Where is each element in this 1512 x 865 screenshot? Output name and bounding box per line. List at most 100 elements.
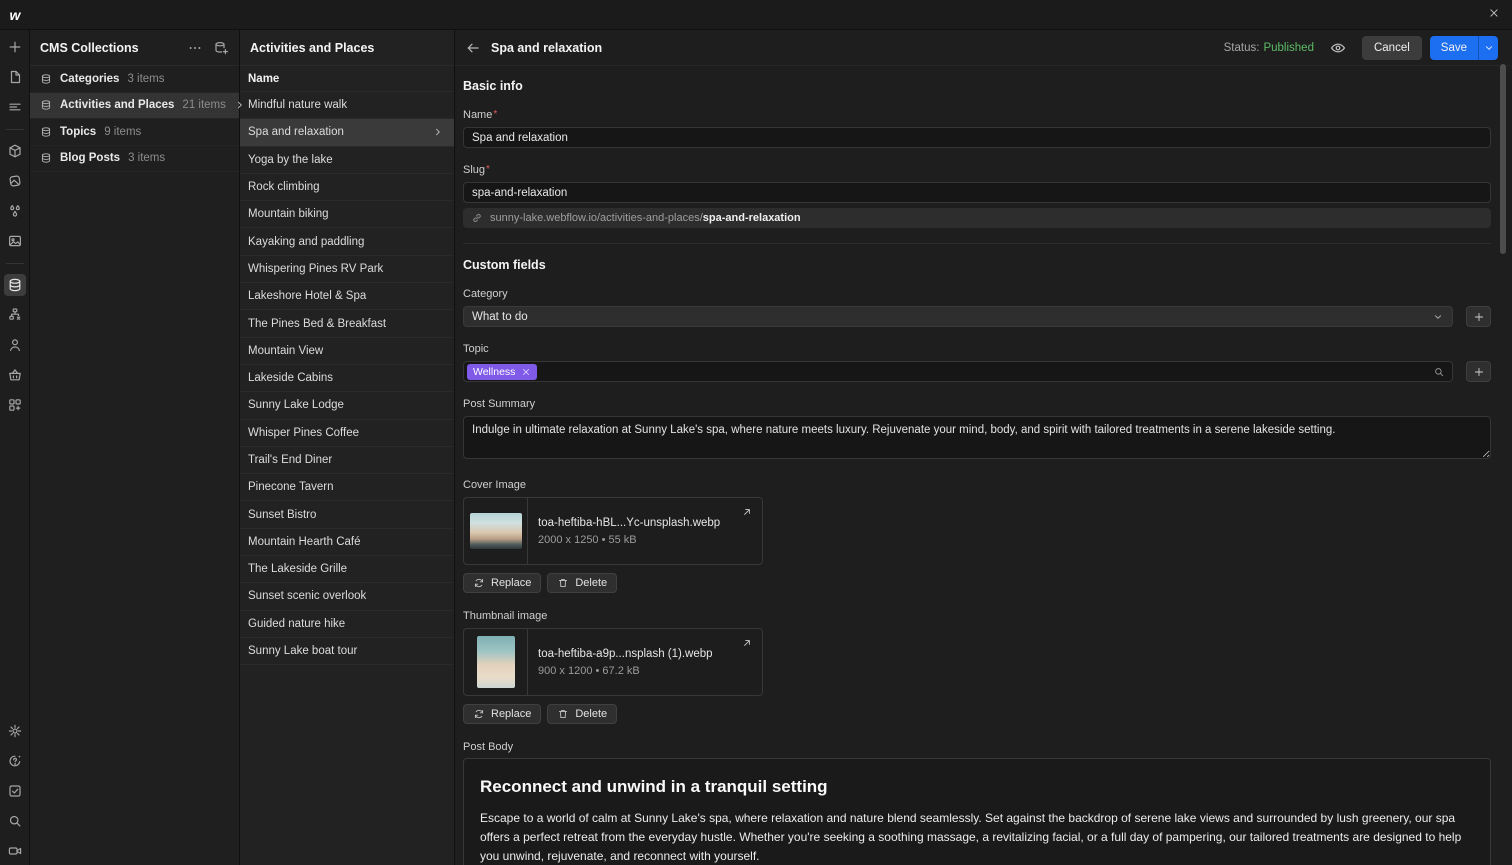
settings-icon[interactable]	[0, 716, 30, 746]
post-summary-textarea[interactable]: Indulge in ultimate relaxation at Sunny …	[463, 416, 1491, 459]
status-value: Published	[1263, 41, 1314, 54]
post-body-richtext[interactable]: Reconnect and unwind in a tranquil setti…	[463, 758, 1491, 865]
item-name: Mountain View	[248, 344, 324, 357]
save-button[interactable]: Save	[1429, 35, 1498, 60]
collection-item-row[interactable]: Whispering Pines RV Park	[240, 256, 454, 284]
add-collection-icon[interactable]	[213, 40, 229, 56]
cover-image-card[interactable]: toa-heftiba-hBL...Yc-unsplash.webp 2000 …	[463, 497, 763, 565]
collection-row[interactable]: Activities and Places 21 items	[30, 92, 239, 119]
apps-icon[interactable]	[0, 390, 30, 420]
collection-item-row[interactable]: Guided nature hike	[240, 611, 454, 638]
cover-image-thumbnail	[469, 513, 522, 549]
help-icon[interactable]	[0, 746, 30, 776]
thumbnail-delete-button[interactable]: Delete	[547, 704, 618, 724]
collection-item-row[interactable]: Yoga by the lake	[240, 147, 454, 174]
collection-item-row[interactable]: Sunny Lake boat tour	[240, 638, 454, 666]
cancel-button[interactable]: Cancel	[1361, 35, 1422, 60]
name-column-header[interactable]: Name	[240, 66, 454, 92]
preview-eye-icon[interactable]	[1330, 40, 1346, 56]
collection-item-row[interactable]: Kayaking and paddling	[240, 228, 454, 256]
item-name: Pinecone Tavern	[248, 481, 334, 494]
left-toolbar	[0, 30, 30, 865]
collection-item-row[interactable]: The Pines Bed & Breakfast	[240, 310, 454, 338]
post-body-heading: Reconnect and unwind in a tranquil setti…	[480, 777, 828, 796]
styles-icon[interactable]	[0, 196, 30, 226]
required-asterisk: *	[486, 164, 490, 175]
collection-item-row[interactable]: Sunset scenic overlook	[240, 583, 454, 611]
thumbnail-image-filename: toa-heftiba-a9p...nsplash (1).webp	[538, 647, 713, 660]
collection-item-row[interactable]: Sunset Bistro	[240, 501, 454, 529]
item-name: Sunset Bistro	[248, 508, 317, 521]
webflow-logo[interactable]: w	[0, 8, 30, 22]
cover-replace-button[interactable]: Replace	[463, 573, 542, 593]
topic-multiselect-field[interactable]: Wellness	[463, 361, 1453, 382]
slug-input[interactable]	[463, 182, 1491, 203]
logic-icon[interactable]	[0, 300, 30, 330]
save-label[interactable]: Save	[1430, 42, 1478, 54]
replace-icon	[473, 577, 485, 589]
name-label: Name*	[463, 109, 498, 121]
search-icon[interactable]	[0, 806, 30, 836]
plus-icon[interactable]	[0, 32, 30, 62]
collection-item-row[interactable]: Sunny Lake Lodge	[240, 392, 454, 420]
pages-icon[interactable]	[0, 62, 30, 92]
thumbnail-image-card[interactable]: toa-heftiba-a9p...nsplash (1).webp 900 x…	[463, 628, 763, 696]
audit-icon[interactable]	[0, 776, 30, 806]
open-asset-icon[interactable]	[741, 637, 753, 649]
collection-item-row[interactable]: The Lakeside Grille	[240, 556, 454, 584]
video-icon[interactable]	[0, 836, 30, 865]
item-name: Lakeside Cabins	[248, 372, 334, 385]
collection-item-row[interactable]: Mindful nature walk	[240, 92, 454, 120]
basic-info-heading: Basic info	[463, 79, 523, 93]
collection-item-row[interactable]: Mountain biking	[240, 201, 454, 229]
topic-tag[interactable]: Wellness	[467, 363, 538, 380]
users-icon[interactable]	[0, 330, 30, 360]
close-icon[interactable]	[1488, 7, 1500, 19]
cover-image-meta: 2000 x 1250 • 55 kB	[538, 533, 637, 546]
collection-item-row[interactable]: Spa and relaxation	[240, 119, 454, 147]
titlebar: w	[0, 0, 1512, 30]
add-category-button[interactable]	[1466, 306, 1491, 327]
item-name: Sunny Lake boat tour	[248, 645, 358, 658]
status-text: Status: Published	[1223, 41, 1314, 54]
collection-item-row[interactable]: Whisper Pines Coffee	[240, 420, 454, 447]
trash-icon	[557, 708, 569, 720]
collection-label: Categories	[60, 72, 120, 85]
collection-item-row[interactable]: Mountain Hearth Café	[240, 529, 454, 557]
collection-item-row[interactable]: Lakeshore Hotel & Spa	[240, 283, 454, 311]
collection-row[interactable]: Blog Posts 3 items	[30, 146, 239, 172]
collection-item-row[interactable]: Lakeside Cabins	[240, 365, 454, 393]
item-name: Whispering Pines RV Park	[248, 262, 384, 275]
collection-item-count: 21 items	[182, 99, 226, 112]
category-select[interactable]: What to do	[463, 306, 1453, 327]
name-input[interactable]	[463, 127, 1491, 148]
category-value: What to do	[472, 310, 528, 323]
navigator-icon[interactable]	[0, 92, 30, 122]
item-name: Yoga by the lake	[248, 153, 333, 166]
collection-label: Topics	[60, 125, 97, 138]
components-icon[interactable]	[0, 136, 30, 166]
more-options-icon[interactable]	[187, 40, 203, 56]
editor-scrollbar[interactable]	[1500, 64, 1506, 254]
cms-icon[interactable]	[0, 270, 29, 300]
collection-item-row[interactable]: Pinecone Tavern	[240, 474, 454, 502]
collection-item-row[interactable]: Trail's End Diner	[240, 447, 454, 475]
add-topic-button[interactable]	[1466, 361, 1491, 382]
collection-item-count: 9 items	[104, 125, 142, 138]
collection-item-row[interactable]: Mountain View	[240, 338, 454, 365]
thumbnail-replace-button[interactable]: Replace	[463, 704, 542, 724]
assets-icon[interactable]	[0, 226, 30, 256]
back-arrow-icon[interactable]	[465, 40, 481, 56]
remove-tag-icon[interactable]	[521, 367, 531, 377]
item-url-bar[interactable]: sunny-lake.webflow.io/activities-and-pla…	[463, 208, 1491, 228]
collection-row[interactable]: Topics 9 items	[30, 119, 239, 146]
ecommerce-icon[interactable]	[0, 360, 30, 390]
variables-icon[interactable]	[0, 166, 30, 196]
save-options-chevron-icon[interactable]	[1478, 35, 1498, 60]
collection-row[interactable]: Categories 3 items	[30, 66, 239, 93]
custom-fields-heading: Custom fields	[463, 258, 546, 272]
collection-item-row[interactable]: Rock climbing	[240, 174, 454, 202]
open-asset-icon[interactable]	[741, 506, 753, 518]
cover-delete-button[interactable]: Delete	[547, 573, 618, 593]
collection-icon	[40, 73, 52, 85]
